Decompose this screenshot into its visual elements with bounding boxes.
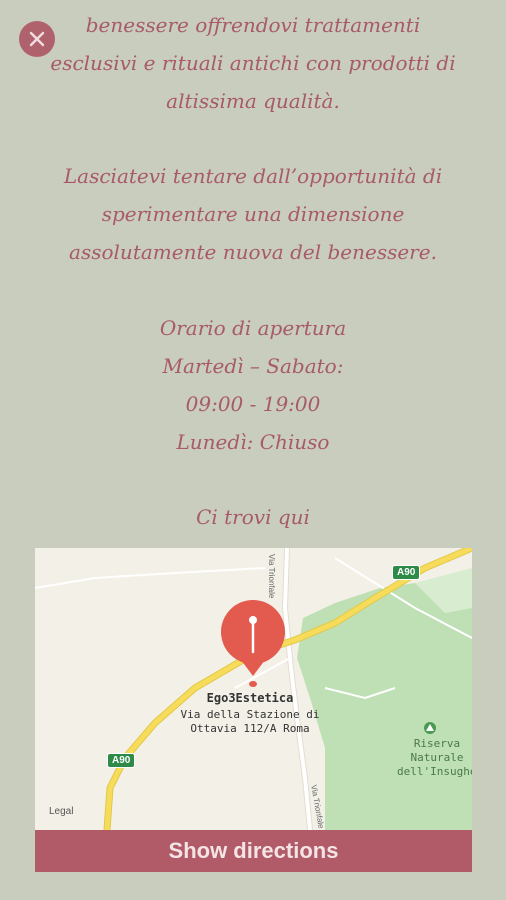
show-directions-button[interactable]: Show directions: [35, 830, 472, 872]
park-label: Riserva Naturale dell'Insughera: [397, 737, 472, 779]
hours-closed: Lunedì: Chiuso: [176, 430, 330, 454]
hours-time: 09:00 - 19:00: [185, 392, 321, 416]
close-button[interactable]: [19, 21, 55, 57]
park-label-line: dell'Insughera: [397, 765, 472, 778]
opening-hours: Orario di apertura Martedì – Sabato: 09:…: [0, 309, 506, 461]
tempt-paragraph: Lasciatevi tentare dall’opportunità di s…: [0, 157, 506, 271]
place-address-line1: Via della Stazione di: [180, 708, 320, 721]
hours-days: Martedì – Sabato:: [162, 354, 344, 378]
park-label-line: Naturale: [410, 751, 464, 764]
text-line: altissima qualità.: [166, 89, 340, 113]
highway-badge: A90: [392, 565, 421, 580]
hours-title: Orario di apertura: [159, 316, 347, 340]
text-line: esclusivi e rituali antichi con prodotti…: [50, 51, 456, 75]
text-line: Lasciatevi tentare dall’opportunità di: [63, 164, 443, 188]
highway-badge: A90: [107, 753, 136, 768]
place-address-line2: Ottavia 112/A Roma: [190, 722, 310, 735]
legal-link[interactable]: Legal: [49, 806, 73, 817]
intro-paragraph: benessere offrendovi trattamenti esclusi…: [0, 6, 506, 120]
text-line: sperimentare una dimensione: [101, 202, 405, 226]
park-label-line: Riserva: [413, 737, 461, 750]
road-label: Via Trionfale: [267, 554, 276, 599]
text-line: assolutamente nuova del benessere.: [69, 240, 437, 264]
location-map[interactable]: Ego3Estetica Via della Stazione di Ottav…: [35, 548, 472, 830]
place-name: Ego3Estetica: [206, 691, 294, 705]
text-line: benessere offrendovi trattamenti: [85, 13, 421, 37]
find-us-heading: Ci trovi qui: [196, 505, 310, 529]
park-area: [297, 576, 472, 830]
map-pin-icon: [221, 600, 285, 687]
close-icon: [29, 31, 45, 47]
